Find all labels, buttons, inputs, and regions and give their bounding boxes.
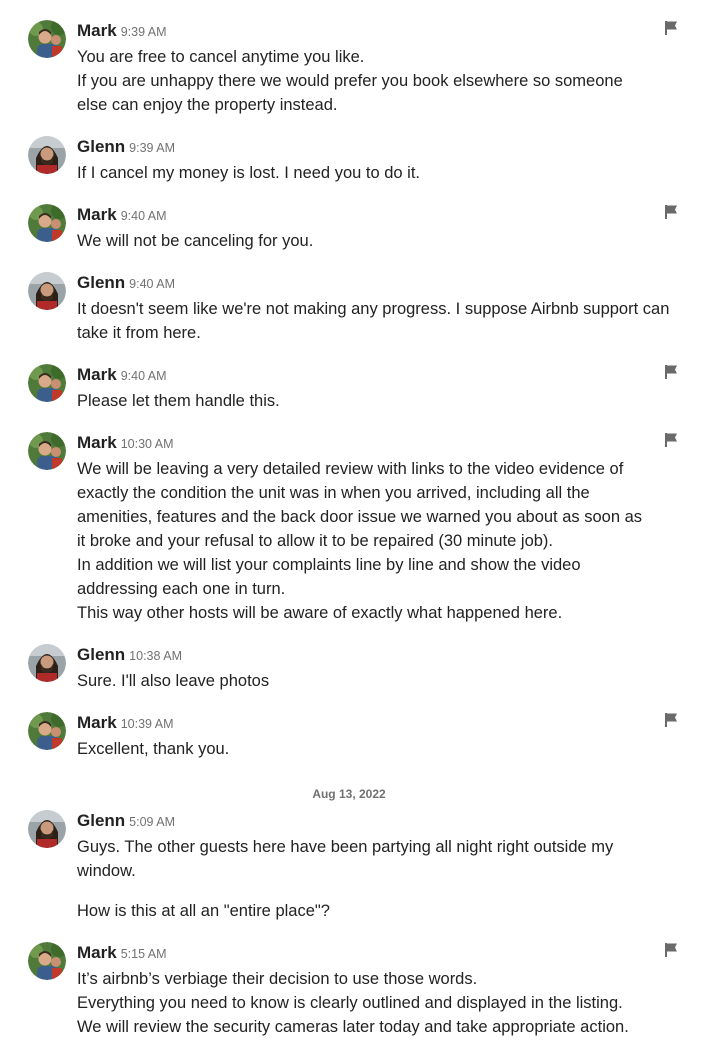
- avatar[interactable]: [28, 644, 66, 682]
- avatar[interactable]: [28, 712, 66, 750]
- timestamp: 10:39 AM: [120, 717, 174, 731]
- message-line: In addition we will list your complaints…: [77, 556, 581, 574]
- message-header: Mark 9:39 AM: [77, 21, 167, 41]
- message-line: exactly the condition the unit was in wh…: [77, 484, 590, 502]
- message-line: Guys. The other guests here have been pa…: [77, 838, 614, 856]
- author-name[interactable]: Glenn: [77, 137, 125, 156]
- message-body: Please let them handle this.: [77, 389, 677, 413]
- author-name[interactable]: Glenn: [77, 645, 125, 664]
- message-header: Mark 10:30 AM: [77, 433, 174, 453]
- timestamp: 10:38 AM: [129, 649, 182, 663]
- message-body: It doesn't seem like we're not making an…: [77, 297, 677, 345]
- message-line: We will be leaving a very detailed revie…: [77, 460, 624, 478]
- timestamp: 9:40 AM: [129, 277, 176, 291]
- message-line: It doesn't seem like we're not making an…: [77, 300, 670, 318]
- message-body: We will be leaving a very detailed revie…: [77, 457, 677, 625]
- message-line: Everything you need to know is clearly o…: [77, 994, 623, 1012]
- flag-icon[interactable]: [663, 712, 679, 728]
- flag-icon[interactable]: [663, 942, 679, 958]
- message-line: else can enjoy the property instead.: [77, 96, 338, 114]
- flag-icon[interactable]: [663, 20, 679, 36]
- message-header: Glenn 10:38 AM: [77, 645, 182, 665]
- flag-icon[interactable]: [663, 364, 679, 380]
- message-line: it broke and your refusal to allow it to…: [77, 532, 554, 550]
- avatar[interactable]: [28, 942, 66, 980]
- flag-icon[interactable]: [663, 204, 679, 220]
- message-line: Please let them handle this.: [77, 392, 280, 410]
- avatar[interactable]: [28, 136, 66, 174]
- timestamp: 9:39 AM: [120, 25, 167, 39]
- message-body: If I cancel my money is lost. I need you…: [77, 161, 677, 185]
- message-body: It’s airbnb’s verbiage their decision to…: [77, 967, 677, 1039]
- timestamp: 10:30 AM: [120, 437, 174, 451]
- author-name[interactable]: Mark: [77, 943, 117, 962]
- avatar[interactable]: [28, 432, 66, 470]
- message-body: Guys. The other guests here have been pa…: [77, 835, 677, 923]
- flag-icon[interactable]: [663, 432, 679, 448]
- author-name[interactable]: Glenn: [77, 273, 125, 292]
- author-name[interactable]: Mark: [77, 365, 117, 384]
- timestamp: 9:40 AM: [120, 209, 167, 223]
- author-name[interactable]: Mark: [77, 21, 117, 40]
- message-line: If you are unhappy there we would prefer…: [77, 72, 623, 90]
- avatar[interactable]: [28, 810, 66, 848]
- author-name[interactable]: Mark: [77, 205, 117, 224]
- avatar[interactable]: [28, 204, 66, 242]
- message-line: Excellent, thank you.: [77, 740, 230, 758]
- message-header: Mark 9:40 AM: [77, 365, 167, 385]
- date-separator: Aug 13, 2022: [312, 787, 386, 801]
- message-line: Sure. I'll also leave photos: [77, 672, 270, 690]
- author-name[interactable]: Glenn: [77, 811, 125, 830]
- message-line: How is this at all an "entire place"?: [77, 902, 330, 920]
- message-body: We will not be canceling for you.: [77, 229, 677, 253]
- message-header: Glenn 9:40 AM: [77, 273, 175, 293]
- message-body: Sure. I'll also leave photos: [77, 669, 677, 693]
- message-line: If I cancel my money is lost. I need you…: [77, 164, 420, 182]
- message-line: You are free to cancel anytime you like.: [77, 48, 365, 66]
- message-line: window.: [77, 862, 136, 880]
- message-body: You are free to cancel anytime you like.…: [77, 45, 677, 117]
- message-header: Glenn 9:39 AM: [77, 137, 175, 157]
- avatar[interactable]: [28, 20, 66, 58]
- author-name[interactable]: Mark: [77, 713, 117, 732]
- timestamp: 5:09 AM: [129, 815, 176, 829]
- message-line: This way other hosts will be aware of ex…: [77, 604, 563, 622]
- timestamp: 5:15 AM: [120, 947, 167, 961]
- message-body: Excellent, thank you.: [77, 737, 677, 761]
- message-line: amenities, features and the back door is…: [77, 508, 643, 526]
- message-line: We will review the security cameras late…: [77, 1018, 629, 1036]
- message-header: Mark 5:15 AM: [77, 943, 167, 963]
- avatar[interactable]: [28, 272, 66, 310]
- message-line: It’s airbnb’s verbiage their decision to…: [77, 970, 478, 988]
- author-name[interactable]: Mark: [77, 433, 117, 452]
- message-line: addressing each one in turn.: [77, 580, 286, 598]
- message-header: Glenn 5:09 AM: [77, 811, 175, 831]
- timestamp: 9:40 AM: [120, 369, 167, 383]
- message-line: We will not be canceling for you.: [77, 232, 314, 250]
- message-header: Mark 10:39 AM: [77, 713, 174, 733]
- message-header: Mark 9:40 AM: [77, 205, 167, 225]
- timestamp: 9:39 AM: [129, 141, 176, 155]
- message-line: take it from here.: [77, 324, 201, 342]
- avatar[interactable]: [28, 364, 66, 402]
